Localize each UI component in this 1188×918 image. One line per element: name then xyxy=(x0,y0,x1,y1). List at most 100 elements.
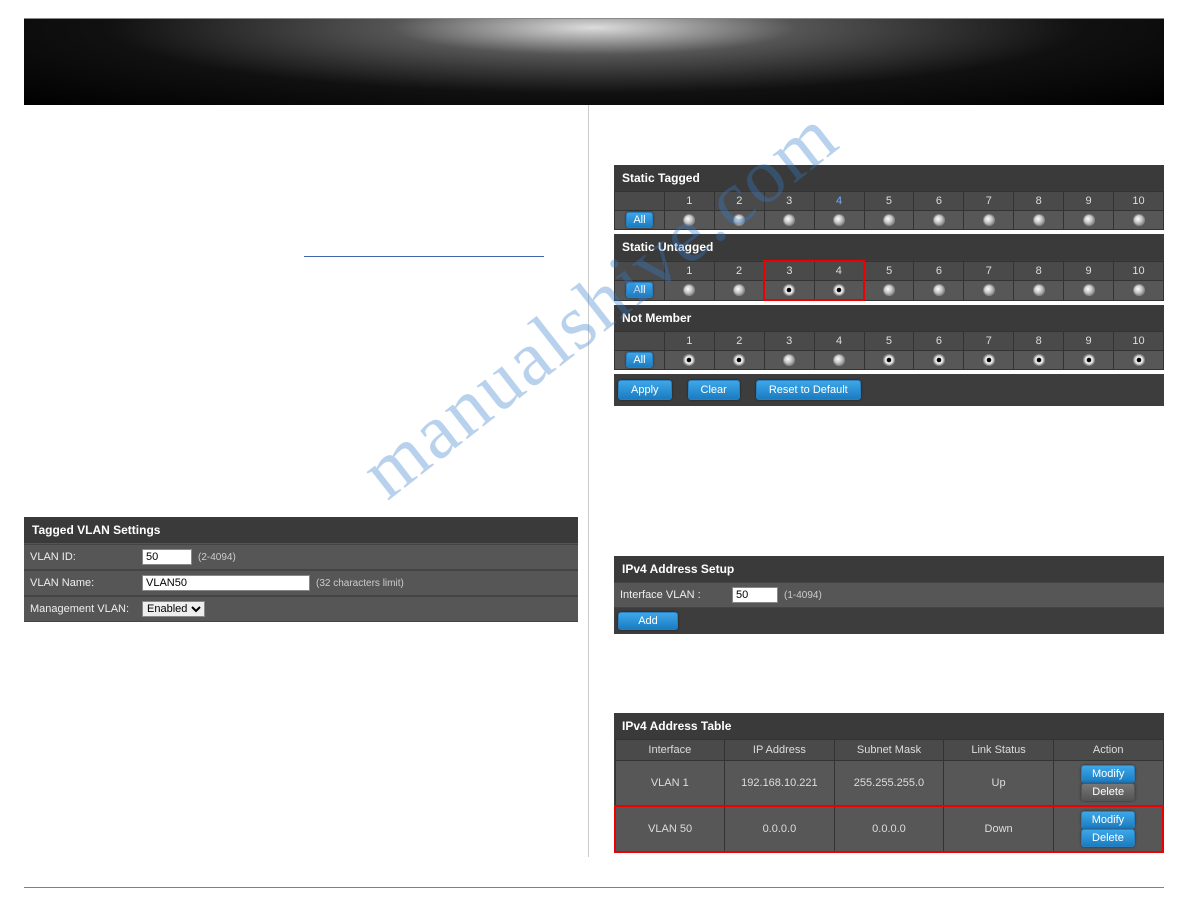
ipv4-mask: 0.0.0.0 xyxy=(834,806,944,852)
port-col-7: 7 xyxy=(964,332,1014,351)
port-radio-1[interactable] xyxy=(664,351,714,370)
port-radio-1[interactable] xyxy=(664,281,714,301)
port-radio-9[interactable] xyxy=(1064,281,1114,301)
port-radio-8[interactable] xyxy=(1014,281,1064,301)
mgmt-vlan-label: Management VLAN: xyxy=(30,603,142,615)
iface-vlan-hint: (1-4094) xyxy=(784,590,822,601)
iface-vlan-input[interactable] xyxy=(732,587,778,603)
port-col-3: 3 xyxy=(764,332,814,351)
modify-button[interactable]: Modify xyxy=(1081,765,1135,783)
all-button[interactable]: All xyxy=(626,352,652,368)
vlan-id-label: VLAN ID: xyxy=(30,551,142,563)
port-radio-5[interactable] xyxy=(864,351,914,370)
ipv4-add-row: Add xyxy=(614,608,1164,634)
port-radio-10[interactable] xyxy=(1114,281,1164,301)
all-button[interactable]: All xyxy=(626,282,652,298)
add-button[interactable]: Add xyxy=(618,612,678,630)
vlan-name-hint: (32 characters limit) xyxy=(316,578,404,589)
port-col-1: 1 xyxy=(664,332,714,351)
ipv4-table-panel: IPv4 Address Table InterfaceIP AddressSu… xyxy=(614,713,1164,853)
port-radio-9[interactable] xyxy=(1064,211,1114,230)
not-member-table: 12345678910All xyxy=(614,331,1164,370)
ipv4-status: Up xyxy=(944,761,1054,807)
ipv4-col-header: Action xyxy=(1053,740,1163,761)
port-radio-3[interactable] xyxy=(764,281,814,301)
port-radio-2[interactable] xyxy=(714,351,764,370)
static-tagged-table: 12345678910All xyxy=(614,191,1164,230)
clear-button[interactable]: Clear xyxy=(688,380,740,400)
port-radio-6[interactable] xyxy=(914,211,964,230)
port-col-4: 4 xyxy=(814,261,864,281)
port-radio-6[interactable] xyxy=(914,351,964,370)
port-radio-3[interactable] xyxy=(764,351,814,370)
port-col-4: 4 xyxy=(814,192,864,211)
port-col-6: 6 xyxy=(914,261,964,281)
reset-default-button[interactable]: Reset to Default xyxy=(756,380,861,400)
port-col-4: 4 xyxy=(814,332,864,351)
port-radio-6[interactable] xyxy=(914,281,964,301)
ipv4-interface: VLAN 1 xyxy=(615,761,725,807)
port-radio-10[interactable] xyxy=(1114,351,1164,370)
port-radio-1[interactable] xyxy=(664,211,714,230)
port-radio-2[interactable] xyxy=(714,281,764,301)
mgmt-vlan-select[interactable]: Enabled xyxy=(142,601,205,617)
port-col-10: 10 xyxy=(1114,192,1164,211)
port-radio-9[interactable] xyxy=(1064,351,1114,370)
port-radio-8[interactable] xyxy=(1014,351,1064,370)
port-radio-7[interactable] xyxy=(964,281,1014,301)
port-radio-8[interactable] xyxy=(1014,211,1064,230)
static-tagged-panel: Static Tagged 12345678910All xyxy=(614,165,1164,230)
delete-button[interactable]: Delete xyxy=(1081,829,1135,847)
ipv4-address-table: InterfaceIP AddressSubnet MaskLink Statu… xyxy=(614,739,1164,853)
port-radio-10[interactable] xyxy=(1114,211,1164,230)
ipv4-table-title: IPv4 Address Table xyxy=(614,713,1164,739)
ipv4-row: VLAN 500.0.0.00.0.0.0DownModify Delete xyxy=(615,806,1163,852)
port-col-6: 6 xyxy=(914,192,964,211)
port-radio-4[interactable] xyxy=(814,211,864,230)
port-radio-7[interactable] xyxy=(964,351,1014,370)
port-radio-7[interactable] xyxy=(964,211,1014,230)
apply-button[interactable]: Apply xyxy=(618,380,672,400)
port-col-5: 5 xyxy=(864,332,914,351)
ipv4-col-header: Link Status xyxy=(944,740,1054,761)
port-radio-2[interactable] xyxy=(714,211,764,230)
iface-vlan-row: Interface VLAN : (1-4094) xyxy=(614,582,1164,608)
port-col-2: 2 xyxy=(714,261,764,281)
ipv4-setup-panel: IPv4 Address Setup Interface VLAN : (1-4… xyxy=(614,556,1164,634)
port-radio-4[interactable] xyxy=(814,281,864,301)
modify-button[interactable]: Modify xyxy=(1081,811,1135,829)
header-banner xyxy=(24,18,1164,105)
port-col-8: 8 xyxy=(1014,332,1064,351)
port-radio-3[interactable] xyxy=(764,211,814,230)
port-radio-5[interactable] xyxy=(864,211,914,230)
iface-vlan-label: Interface VLAN : xyxy=(620,589,732,601)
ipv4-col-header: IP Address xyxy=(725,740,835,761)
port-col-2: 2 xyxy=(714,192,764,211)
ipv4-row: VLAN 1192.168.10.221255.255.255.0Up Modif… xyxy=(615,761,1163,807)
tagged-vlan-settings-panel: Tagged VLAN Settings VLAN ID: (2-4094) V… xyxy=(24,517,578,622)
port-col-7: 7 xyxy=(964,261,1014,281)
delete-button: Delete xyxy=(1081,783,1135,801)
vlan-id-input[interactable] xyxy=(142,549,192,565)
port-col-3: 3 xyxy=(764,261,814,281)
vlan-id-row: VLAN ID: (2-4094) xyxy=(24,544,578,570)
not-member-title: Not Member xyxy=(614,305,1164,331)
ipv4-setup-title: IPv4 Address Setup xyxy=(614,556,1164,582)
port-col-7: 7 xyxy=(964,192,1014,211)
ipv4-interface: VLAN 50 xyxy=(615,806,725,852)
port-col-3: 3 xyxy=(764,192,814,211)
ipv4-action: Modify Delete xyxy=(1053,806,1163,852)
port-col-1: 1 xyxy=(664,261,714,281)
ipv4-ip: 192.168.10.221 xyxy=(725,761,835,807)
port-radio-5[interactable] xyxy=(864,281,914,301)
vlan-name-input[interactable] xyxy=(142,575,310,591)
ipv4-mask: 255.255.255.0 xyxy=(834,761,944,807)
static-tagged-title: Static Tagged xyxy=(614,165,1164,191)
port-radio-4[interactable] xyxy=(814,351,864,370)
static-untagged-title: Static Untagged xyxy=(614,234,1164,260)
all-button[interactable]: All xyxy=(626,212,652,228)
port-col-9: 9 xyxy=(1064,261,1114,281)
ipv4-ip: 0.0.0.0 xyxy=(725,806,835,852)
port-col-8: 8 xyxy=(1014,192,1064,211)
port-col-2: 2 xyxy=(714,332,764,351)
